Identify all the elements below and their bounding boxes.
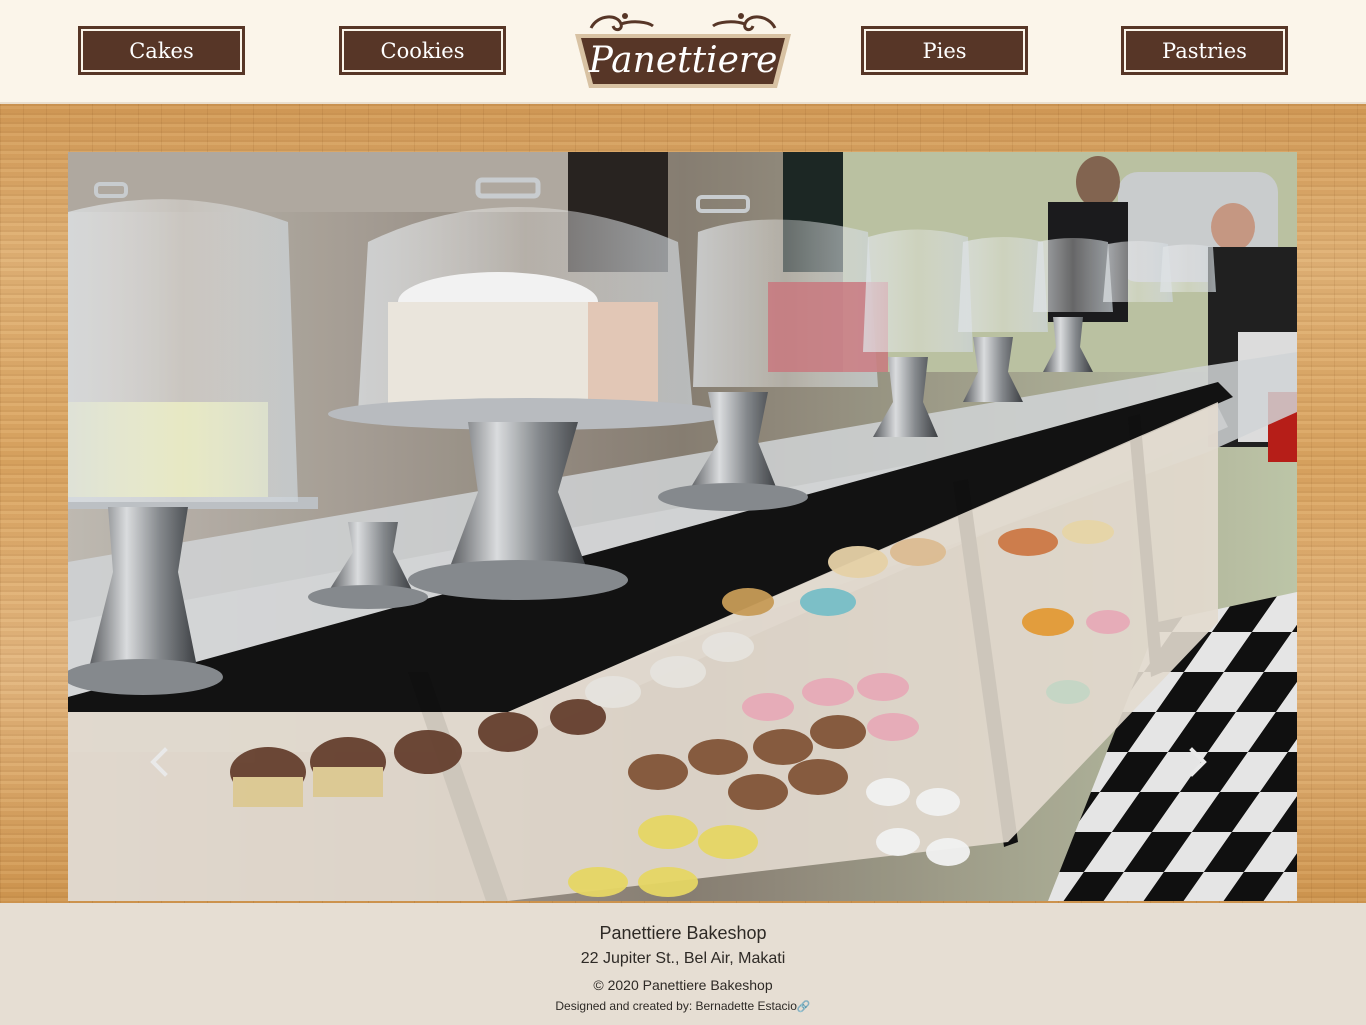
chevron-left-icon <box>150 747 168 777</box>
footer-copyright: © 2020 Panettiere Bakeshop <box>593 977 773 993</box>
footer-credits: Designed and created by: Bernadette Esta… <box>0 999 1366 1013</box>
site-header: Cakes Cookies Panettiere Pies Pastries <box>0 0 1366 104</box>
chevron-right-icon <box>1189 747 1207 777</box>
panettiere-logo[interactable]: Panettiere <box>573 10 793 92</box>
nav-pastries-button[interactable]: Pastries <box>1121 26 1288 75</box>
slideshow-next-button[interactable] <box>1187 747 1217 787</box>
link-icon[interactable]: 🔗 <box>797 1001 811 1013</box>
nav-cakes-button[interactable]: Cakes <box>78 26 245 75</box>
footer-address: 22 Jupiter St., Bel Air, Makati <box>580 950 786 967</box>
footer-credits-text: Designed and created by: Bernadette Esta… <box>555 999 797 1013</box>
logo-graphic: Panettiere <box>575 13 791 88</box>
nav-pies-button[interactable]: Pies <box>861 26 1028 75</box>
footer-business-name: Panettiere Bakeshop <box>599 923 767 943</box>
site-footer: Panettiere Bakeshop 22 Jupiter St., Bel … <box>0 903 1366 1025</box>
nav-cookies-button[interactable]: Cookies <box>339 26 506 75</box>
bakery-slideshow[interactable] <box>68 152 1297 901</box>
logo-text: Panettiere <box>588 40 778 81</box>
bakery-display-case-image <box>68 152 1297 901</box>
slideshow-prev-button[interactable] <box>148 747 178 787</box>
